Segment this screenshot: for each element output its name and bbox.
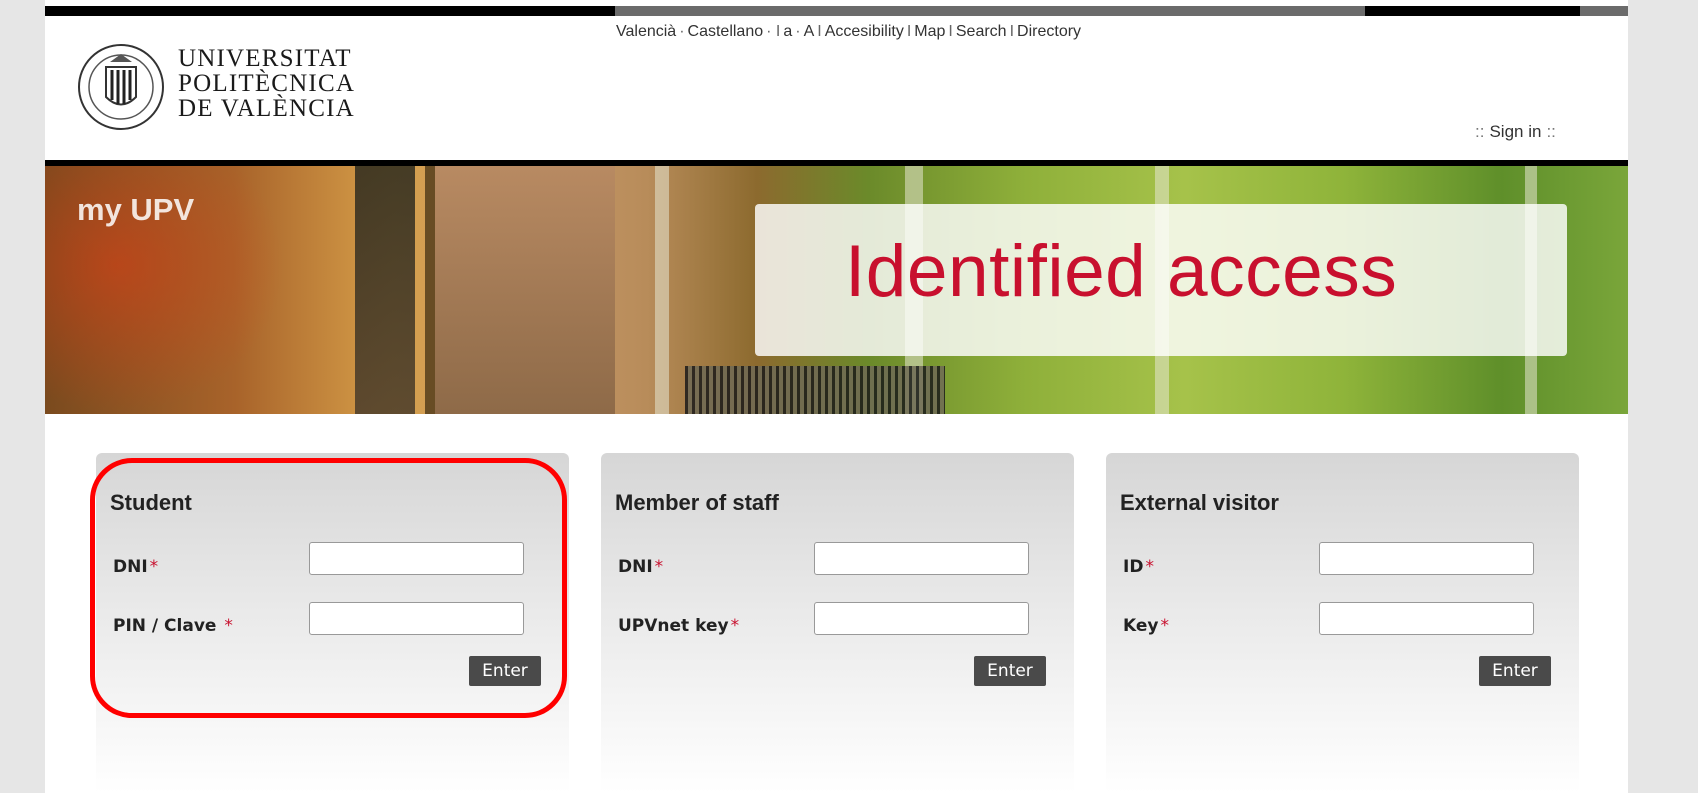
id-label: ID * — [1123, 557, 1154, 577]
label-text: PIN / Clave — [113, 616, 223, 636]
panel-title: Student — [110, 490, 192, 515]
staff-panel: Member of staff DNI * UPVnet key * Enter — [601, 453, 1074, 793]
banner-decoration — [435, 166, 615, 414]
required-mark: * — [149, 557, 159, 577]
separator: I — [948, 23, 953, 40]
font-size-large-link[interactable]: A — [804, 23, 815, 40]
dni-label: DNI * — [113, 557, 158, 577]
top-strip-segment — [615, 6, 1365, 16]
label-text: DNI — [618, 557, 653, 577]
link-accessibility[interactable]: Accesibility — [825, 23, 904, 40]
panel-title: Member of staff — [615, 490, 779, 515]
sign-in-prefix: :: — [1475, 122, 1485, 141]
student-enter-button[interactable]: Enter — [469, 656, 541, 686]
required-mark: * — [1160, 616, 1170, 636]
logo-line-1: UNIVERSITAT — [178, 45, 352, 72]
banner-decoration — [655, 166, 669, 414]
separator: I — [817, 23, 822, 40]
link-map[interactable]: Map — [914, 23, 945, 40]
separator: I — [1009, 23, 1015, 40]
banner-decoration — [355, 166, 415, 414]
separator: · — [795, 23, 801, 40]
required-mark: * — [654, 557, 664, 577]
visitor-enter-button[interactable]: Enter — [1479, 656, 1551, 686]
external-visitor-panel: External visitor ID * Key * Enter — [1106, 453, 1579, 793]
student-dni-input[interactable] — [309, 542, 524, 575]
sign-in: :: Sign in:: — [1470, 122, 1561, 142]
required-mark: * — [730, 616, 740, 636]
pin-label: PIN / Clave * — [113, 616, 233, 636]
separator: I — [906, 23, 912, 40]
key-label: Key * — [1123, 616, 1169, 636]
required-mark: * — [1145, 557, 1154, 577]
top-strip-segment — [1580, 6, 1628, 16]
required-mark: * — [224, 616, 233, 636]
label-text: UPVnet key — [618, 616, 729, 636]
visitor-id-input[interactable] — [1319, 542, 1534, 575]
upv-logo[interactable]: UNIVERSITAT POLITÈCNICA DE VALÈNCIA — [76, 40, 376, 135]
top-links: Valencià · Castellano · Ia · A I Accesibility I M… — [616, 23, 1081, 41]
banner-brand: my UPV — [77, 192, 195, 227]
dni-label: DNI * — [618, 557, 663, 577]
staff-enter-button[interactable]: Enter — [974, 656, 1046, 686]
logo-line-3: DE VALÈNCIA — [178, 95, 355, 122]
link-search[interactable]: Search — [956, 23, 1007, 40]
label-text: Key — [1123, 616, 1159, 636]
panel-title: External visitor — [1120, 490, 1279, 515]
banner: my UPV Identified access — [45, 166, 1628, 414]
upvnet-key-label: UPVnet key * — [618, 616, 739, 636]
label-text: ID — [1123, 557, 1144, 577]
university-seal-icon — [78, 44, 164, 130]
student-panel: Student DNI * PIN / Clave * Enter — [96, 453, 569, 793]
staff-key-input[interactable] — [814, 602, 1029, 635]
sign-in-link[interactable]: Sign in — [1489, 122, 1541, 141]
link-directory[interactable]: Directory — [1017, 23, 1081, 40]
link-castellano[interactable]: Castellano — [688, 23, 764, 40]
font-size-small-link[interactable]: a — [783, 23, 792, 40]
student-pin-input[interactable] — [309, 602, 524, 635]
logo-line-2: POLITÈCNICA — [178, 70, 356, 97]
banner-decoration — [685, 366, 945, 414]
separator: · I — [766, 23, 781, 40]
top-strip — [45, 6, 1628, 16]
staff-dni-input[interactable] — [814, 542, 1029, 575]
page-title: Identified access — [845, 231, 1398, 312]
banner-decoration — [425, 166, 435, 414]
separator: · — [679, 23, 685, 40]
visitor-key-input[interactable] — [1319, 602, 1534, 635]
sign-in-suffix: :: — [1546, 122, 1556, 141]
label-text: DNI — [113, 557, 148, 577]
link-valencia[interactable]: Valencià — [616, 23, 676, 40]
